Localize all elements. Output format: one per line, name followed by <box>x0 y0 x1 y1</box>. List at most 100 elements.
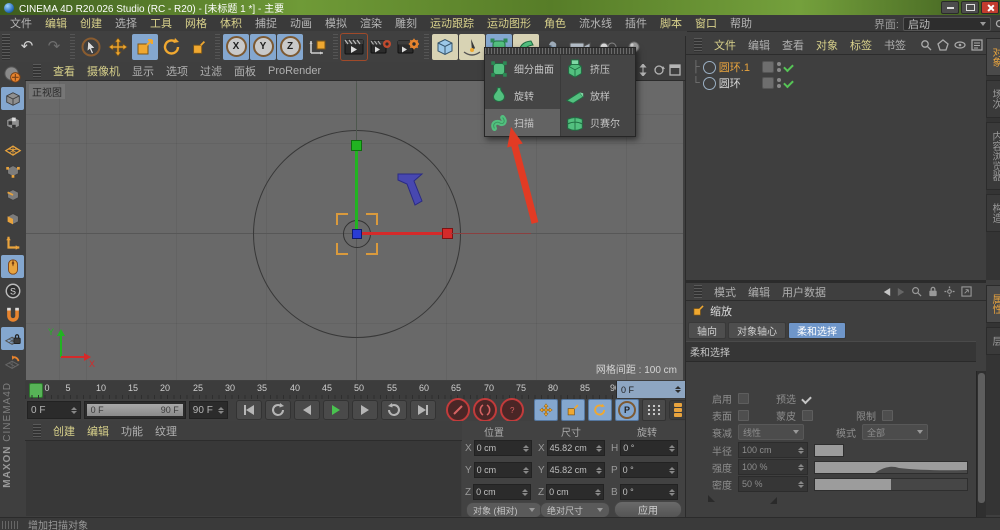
last-tool-button[interactable] <box>186 34 212 60</box>
size-z-field[interactable]: 0 cm <box>546 484 604 500</box>
preview-range-slider[interactable]: 0 F90 F <box>84 401 186 419</box>
menu-item-loft[interactable]: 放样 <box>561 82 634 109</box>
menu-sculpt[interactable]: 雕刻 <box>395 15 417 31</box>
density-slider[interactable] <box>814 478 968 491</box>
filter-icon[interactable] <box>971 39 983 51</box>
model-mode-button[interactable] <box>1 87 24 110</box>
surface-checkbox[interactable] <box>738 410 749 421</box>
key-position-toggle[interactable] <box>534 399 558 421</box>
tweak-mode-button[interactable] <box>1 255 24 278</box>
object-row[interactable]: └ 圆环 <box>692 75 793 91</box>
menu-item-extrude[interactable]: 挤压 <box>561 55 634 82</box>
radius-field[interactable]: 100 cm <box>738 442 808 458</box>
rotation-b-field[interactable]: 0 ° <box>620 484 678 500</box>
x-axis-lock-button[interactable]: X <box>223 34 249 60</box>
rotate-view-icon[interactable] <box>653 64 665 76</box>
stepper-icon[interactable] <box>523 445 529 452</box>
keyframe-selection-button[interactable]: ? <box>500 398 524 422</box>
tab-soft-selection[interactable]: 柔和选择 <box>788 322 846 339</box>
object-menu-tags[interactable]: 标签 <box>850 37 872 53</box>
menu-item-subdivision-surface[interactable]: 细分曲面 <box>485 55 560 82</box>
material-menu-create[interactable]: 创建 <box>53 423 75 439</box>
y-axis-handle[interactable] <box>351 140 362 151</box>
expand-icon[interactable] <box>961 286 972 297</box>
menu-motion-tracker[interactable]: 运动跟踪 <box>430 15 474 31</box>
maximize-button[interactable] <box>961 1 979 14</box>
goto-start-button[interactable] <box>236 400 262 420</box>
object-menu-edit[interactable]: 编辑 <box>748 37 770 53</box>
interface-select[interactable]: 启动 <box>903 17 991 31</box>
search-icon[interactable] <box>995 19 1000 30</box>
play-backwards-loop-button[interactable] <box>265 400 291 420</box>
edges-mode-button[interactable] <box>1 183 24 206</box>
menu-pipeline[interactable]: 流水线 <box>579 15 612 31</box>
panel-drag-handle[interactable] <box>2 34 10 60</box>
search-icon[interactable] <box>911 286 922 297</box>
menu-snap[interactable]: 捕捉 <box>255 15 277 31</box>
material-list-area[interactable] <box>26 441 461 516</box>
polygons-mode-button[interactable] <box>1 207 24 230</box>
keyframe-presets-button[interactable] <box>642 399 666 421</box>
move-tool-button[interactable] <box>105 34 131 60</box>
strength-slider[interactable] <box>814 461 968 474</box>
render-settings-button[interactable] <box>395 34 421 60</box>
rotation-p-field[interactable]: 0 ° <box>620 462 678 478</box>
key-scale-toggle[interactable] <box>561 399 585 421</box>
enabled-check-icon[interactable] <box>783 78 794 89</box>
strength-field[interactable]: 100 % <box>738 459 808 475</box>
mode-select[interactable]: 全部 <box>862 424 928 440</box>
stepper-icon[interactable] <box>522 489 528 496</box>
menu-create[interactable]: 创建 <box>80 15 102 31</box>
enabled-check-icon[interactable] <box>783 62 794 73</box>
tab-layers[interactable]: 层 <box>986 327 1000 355</box>
panel-drag-handle[interactable] <box>694 285 702 298</box>
stepper-icon[interactable] <box>595 489 601 496</box>
panel-drag-handle[interactable] <box>694 38 702 52</box>
z-axis-center-handle[interactable] <box>352 229 362 239</box>
stepper-icon[interactable] <box>596 467 602 474</box>
history-back-icon[interactable] <box>884 288 890 296</box>
range-end-field[interactable]: 90 F <box>189 401 229 419</box>
key-rotation-toggle[interactable] <box>588 399 612 421</box>
render-to-picture-viewer-button[interactable] <box>368 34 394 60</box>
scale-tool-button[interactable] <box>132 34 158 60</box>
object-menu-view[interactable]: 查看 <box>782 37 804 53</box>
menu-mesh[interactable]: 网格 <box>185 15 207 31</box>
redo-button[interactable]: ↷ <box>41 34 67 60</box>
attribute-menu-userdata[interactable]: 用户数据 <box>782 284 826 300</box>
stepper-icon[interactable] <box>798 481 804 488</box>
layer-toggle[interactable] <box>762 61 774 73</box>
visibility-dots[interactable] <box>777 62 781 72</box>
skin-checkbox[interactable] <box>802 410 813 421</box>
visibility-dots[interactable] <box>777 78 781 88</box>
scrollbar-thumb[interactable] <box>978 373 985 503</box>
tab-objects[interactable]: 对象 <box>986 38 1000 76</box>
y-axis-lock-button[interactable]: Y <box>250 34 276 60</box>
texture-mode-button[interactable] <box>1 111 24 134</box>
search-icon[interactable] <box>920 39 932 51</box>
size-mode-select[interactable]: 绝对尺寸 <box>540 502 610 518</box>
viewport-menu-display[interactable]: 显示 <box>132 63 154 79</box>
object-name[interactable]: 圆环.1 <box>719 59 759 75</box>
stepper-icon[interactable] <box>669 467 675 474</box>
curve-handle-icon[interactable] <box>708 495 715 502</box>
next-frame-button[interactable] <box>352 400 378 420</box>
previous-frame-button[interactable] <box>294 400 320 420</box>
object-name[interactable]: 圆环 <box>719 75 759 91</box>
coordinate-mode-select[interactable]: 对象 (相对) <box>466 502 542 518</box>
make-editable-button[interactable] <box>1 63 24 86</box>
enable-checkbox[interactable] <box>738 393 749 404</box>
timeline-ruler[interactable]: 0 5 10 15 20 25 30 35 40 45 50 55 60 65 … <box>25 381 685 400</box>
panel-drag-handle[interactable] <box>33 64 41 78</box>
autokey-button[interactable] <box>473 398 497 422</box>
lock-icon[interactable] <box>928 286 938 297</box>
position-x-field[interactable]: 0 cm <box>474 440 532 456</box>
rotate-tool-button[interactable] <box>159 34 185 60</box>
goto-end-button[interactable] <box>410 400 436 420</box>
rotation-h-field[interactable]: 0 ° <box>620 440 678 456</box>
tab-axis[interactable]: 轴向 <box>688 322 726 339</box>
range-start-field[interactable]: 0 F <box>27 401 81 419</box>
tab-content-browser[interactable]: 内容浏览器 <box>986 122 1000 190</box>
workplane-lock-button[interactable] <box>1 327 24 350</box>
material-menu-texture[interactable]: 纹理 <box>155 423 177 439</box>
